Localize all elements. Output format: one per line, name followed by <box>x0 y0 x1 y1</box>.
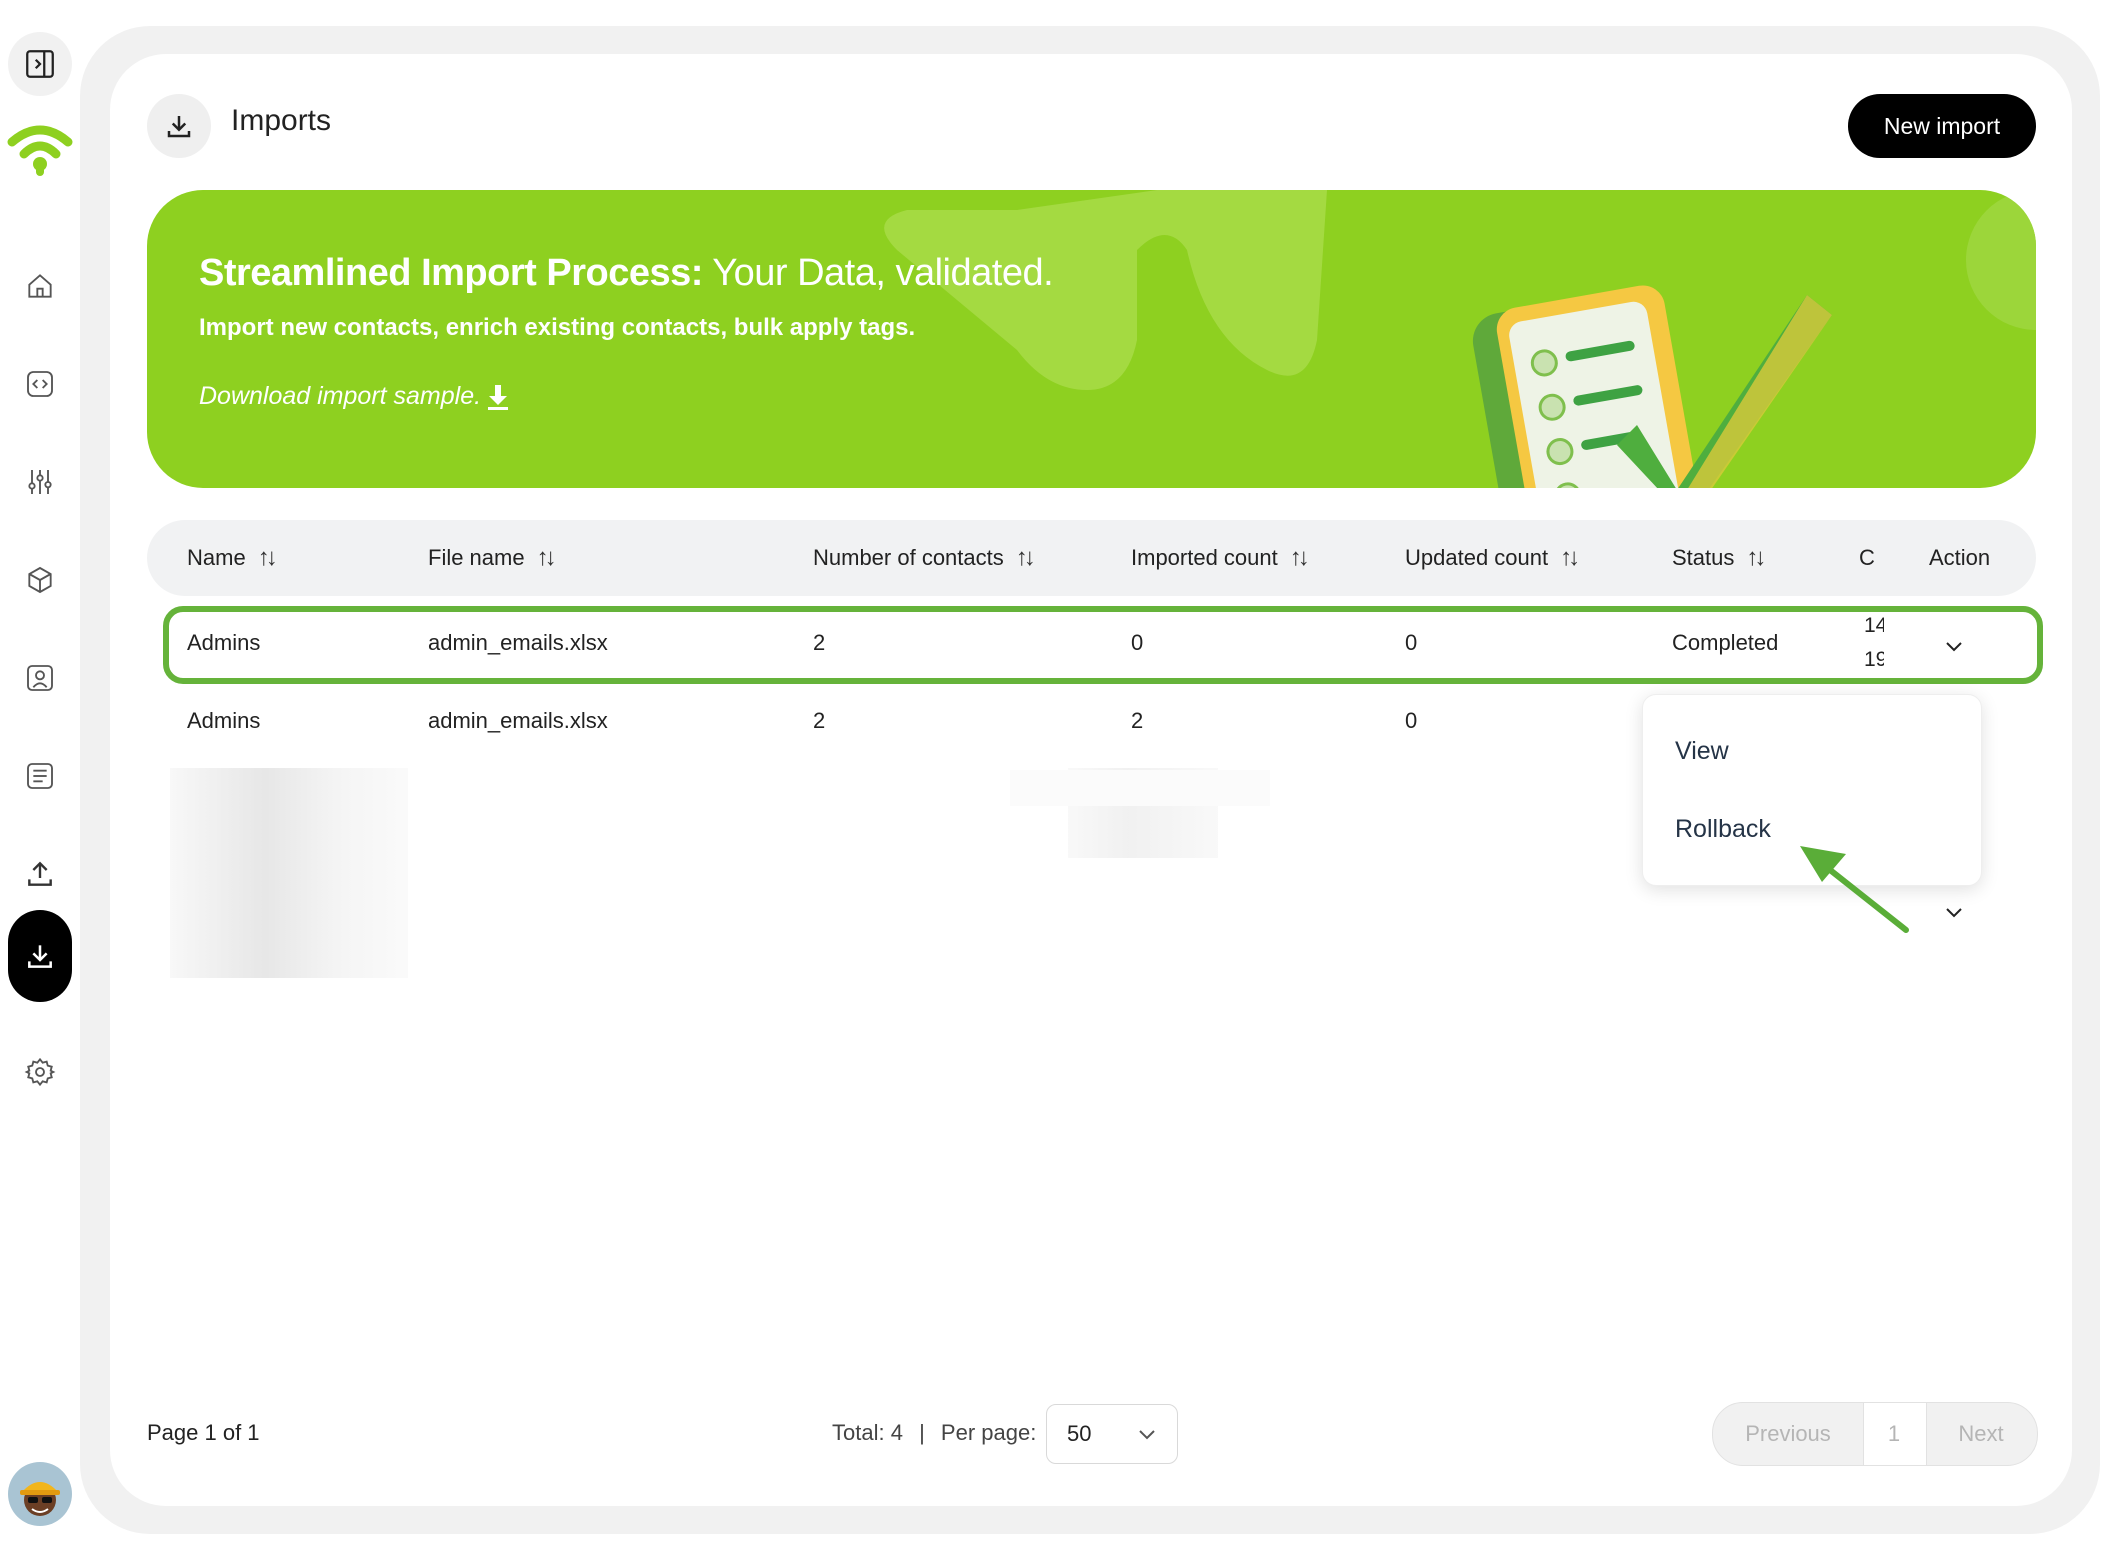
sort-icon[interactable]: ↑↓ <box>1290 544 1310 572</box>
table-header: Name ↑↓ File name ↑↓ Number of contacts ↑↓ … <box>147 520 2036 596</box>
nav-sliders[interactable] <box>20 462 60 502</box>
wifi-logo-icon[interactable] <box>6 116 74 180</box>
nav-home[interactable] <box>20 266 60 306</box>
gear-icon <box>24 1057 56 1087</box>
menu-item-view[interactable]: View <box>1675 737 1729 766</box>
column-created-truncated[interactable]: C <box>1859 520 1875 596</box>
column-status[interactable]: Status ↑↓ <box>1672 520 1766 596</box>
previous-button[interactable]: Previous <box>1713 1403 1863 1465</box>
sort-icon[interactable]: ↑↓ <box>258 544 278 572</box>
nav-download[interactable] <box>8 910 72 1002</box>
cell-contacts: 2 <box>813 630 826 655</box>
annotation-arrow-icon <box>1800 846 1909 933</box>
nav-box[interactable] <box>20 560 60 600</box>
download-sample-link[interactable]: Download import sample. <box>199 382 509 411</box>
code-icon <box>27 371 53 397</box>
box-icon <box>28 566 52 594</box>
blurred-content <box>1010 770 1270 806</box>
page-title: Imports <box>231 104 332 137</box>
sort-icon[interactable]: ↑↓ <box>1560 544 1580 572</box>
column-updated-count[interactable]: Updated count ↑↓ <box>1405 520 1580 596</box>
banner-subtitle: Import new contacts, enrich existing con… <box>199 314 916 341</box>
cell-updated: 0 <box>1405 708 1418 733</box>
imports-header-icon <box>147 94 211 158</box>
cell-file-name: admin_emails.xlsx <box>428 708 608 733</box>
download-icon <box>167 116 191 138</box>
contacts-icon <box>27 665 53 691</box>
cell-status: Completed <box>1672 630 1779 655</box>
cell-contacts: 2 <box>813 708 826 733</box>
blurred-content <box>170 768 408 978</box>
column-number-of-contacts[interactable]: Number of contacts ↑↓ <box>813 520 1036 596</box>
page-indicator: Page 1 of 1 <box>147 1420 260 1445</box>
cell-name: Admins <box>187 708 261 733</box>
row-action-chevron-icon[interactable] <box>1942 900 1966 924</box>
cell-file-name: admin_emails.xlsx <box>428 630 608 655</box>
nav-upload[interactable] <box>20 854 60 894</box>
total-count: Total: 4 | Per page: <box>832 1420 1037 1445</box>
per-page-select[interactable]: 50 <box>1046 1404 1178 1464</box>
promo-banner: Streamlined Import Process: Your Data, v… <box>147 190 2036 488</box>
upload-icon <box>28 861 52 886</box>
column-name[interactable]: Name ↑↓ <box>187 520 278 596</box>
list-icon <box>27 763 53 789</box>
chevron-down-icon <box>1139 1430 1155 1440</box>
cell-imported: 2 <box>1131 708 1144 733</box>
new-import-button[interactable]: New import <box>1848 94 2036 158</box>
avatar[interactable] <box>8 1462 72 1526</box>
nav-list[interactable] <box>20 756 60 796</box>
download-arrow-icon <box>488 384 509 410</box>
sliders-icon <box>28 470 52 494</box>
sort-icon[interactable]: ↑↓ <box>1746 544 1766 572</box>
sort-icon[interactable]: ↑↓ <box>1016 544 1036 572</box>
nav-settings[interactable] <box>20 1052 60 1092</box>
cell-created-line2: 19 <box>1864 648 1884 671</box>
home-icon <box>28 274 52 298</box>
nav-code[interactable] <box>20 364 60 404</box>
download-icon <box>28 945 52 968</box>
page-number-button[interactable]: 1 <box>1863 1403 1925 1465</box>
cell-imported: 0 <box>1131 630 1144 655</box>
sidebar-toggle-icon <box>26 50 54 78</box>
column-file-name[interactable]: File name ↑↓ <box>428 520 557 596</box>
sidebar-toggle-button[interactable] <box>8 32 72 96</box>
banner-title: Streamlined Import Process: Your Data, v… <box>199 252 1054 294</box>
sidebar <box>0 0 80 1556</box>
next-button[interactable]: Next <box>1925 1403 2037 1465</box>
menu-item-rollback[interactable]: Rollback <box>1675 815 1771 844</box>
column-imported-count[interactable]: Imported count ↑↓ <box>1131 520 1310 596</box>
cell-name: Admins <box>187 630 261 655</box>
nav-contacts[interactable] <box>20 658 60 698</box>
row-action-chevron-icon[interactable] <box>1942 634 1966 658</box>
column-action: Action <box>1929 545 1991 570</box>
sort-icon[interactable]: ↑↓ <box>537 544 557 572</box>
cell-created-line1: 14 <box>1864 614 1884 637</box>
cell-updated: 0 <box>1405 630 1418 655</box>
pagination: Previous 1 Next <box>1712 1402 2038 1466</box>
